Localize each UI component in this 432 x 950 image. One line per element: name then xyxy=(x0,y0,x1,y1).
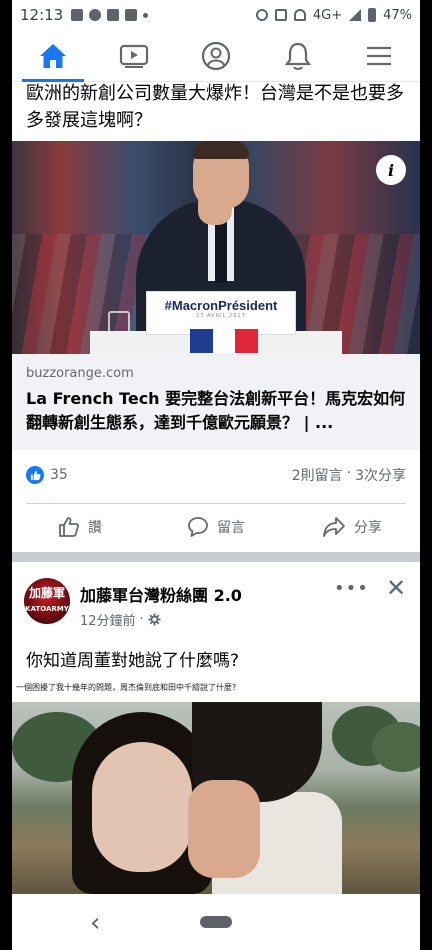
mute-icon xyxy=(293,9,306,21)
bell-icon xyxy=(284,42,311,70)
comment-button[interactable]: 留言 xyxy=(148,506,284,548)
messenger-icon xyxy=(89,9,102,21)
tab-profile[interactable] xyxy=(175,30,257,81)
post2-header: 加藤軍 KATOARMY 加藤軍台灣粉絲團 2.0 12分鐘前 · ••• ✕ xyxy=(12,562,420,634)
link-domain: buzzorange.com xyxy=(26,366,134,381)
like-reaction-icon[interactable] xyxy=(26,466,44,484)
battery-level: 47% xyxy=(383,7,412,23)
gear-icon xyxy=(148,613,161,626)
speaker-fist xyxy=(198,189,232,225)
avatar-subtext: KATOARMY xyxy=(25,605,69,613)
page-avatar[interactable]: 加藤軍 KATOARMY xyxy=(24,578,70,624)
tab-menu[interactable] xyxy=(338,30,420,81)
time-separator: · xyxy=(139,612,144,627)
menu-icon xyxy=(367,46,392,65)
post-timestamp[interactable]: 12分鐘前 · xyxy=(80,610,161,629)
notification-icons xyxy=(71,9,149,21)
podium-sign-text: #MacronPrésident xyxy=(164,298,278,313)
more-options-icon[interactable]: ••• xyxy=(334,578,369,599)
like-button-label: 讚 xyxy=(88,520,102,536)
page-name[interactable]: 加藤軍台灣粉絲團 2.0 xyxy=(80,582,242,606)
alarm-icon xyxy=(255,9,268,21)
back-icon[interactable]: ‹ xyxy=(90,908,100,938)
home-pill[interactable] xyxy=(200,916,232,928)
post-separator xyxy=(12,552,420,562)
french-flag xyxy=(190,329,259,353)
post-headline: 歐洲的新創公司數量大爆炸！台灣是不是也要多多發展這塊啊？ xyxy=(26,83,404,131)
share-icon xyxy=(323,517,345,537)
signal-icon xyxy=(349,9,362,21)
link-title: La French Tech 要完整台法創新平台！馬克宏如何翻轉新創生態系，達到… xyxy=(26,389,406,432)
podium-sign-date: 17 AVRIL 2017 xyxy=(196,313,246,319)
tab-home[interactable] xyxy=(12,30,94,82)
home-icon xyxy=(39,43,66,68)
comment-button-label: 留言 xyxy=(217,520,245,536)
image-caption: 一個困擾了我十幾年的問題，周杰倫到底和田中千繪說了什麼? xyxy=(16,683,237,692)
app-frame: 12:13 4G+ 47% 歐洲的新創公司數量大爆炸！台灣是不是也要多多發展這塊… xyxy=(12,0,420,950)
share-count[interactable]: 3次分享 xyxy=(355,465,406,485)
divider xyxy=(26,503,406,504)
woman-face xyxy=(92,742,192,872)
cast-icon xyxy=(274,9,287,21)
info-icon[interactable]: i xyxy=(376,155,406,185)
status-time: 12:13 xyxy=(20,6,64,24)
share-button[interactable]: 分享 xyxy=(284,506,420,548)
video-icon xyxy=(120,44,149,68)
tree-shape xyxy=(372,722,420,772)
top-nav xyxy=(12,30,420,82)
stats-separator: · xyxy=(346,465,352,481)
post-time: 12分鐘前 xyxy=(80,614,136,629)
comment-count[interactable]: 2則留言 xyxy=(292,465,343,485)
like-count[interactable]: 35 xyxy=(50,467,68,483)
comment-icon xyxy=(188,517,208,537)
battery-icon xyxy=(368,8,377,22)
status-right: 4G+ 47% xyxy=(255,7,412,23)
tab-notifications[interactable] xyxy=(257,30,339,81)
share-button-label: 分享 xyxy=(354,520,382,536)
post2-text: 你知道周董對她說了什麼嗎? xyxy=(26,651,240,671)
link-preview-image[interactable]: #MacronPrésident 17 AVRIL 2017 i xyxy=(12,141,420,354)
more-notifications-icon xyxy=(143,12,149,18)
close-icon[interactable]: ✕ xyxy=(386,574,406,602)
android-icon xyxy=(71,9,84,21)
system-nav-bar: ‹ xyxy=(12,894,420,950)
tab-watch[interactable] xyxy=(94,30,176,81)
post-stats: 35 2則留言 · 3次分享 xyxy=(26,462,406,488)
like-button[interactable]: 讚 xyxy=(12,506,148,548)
android-icon xyxy=(107,9,120,21)
man-hand xyxy=(188,780,260,878)
thumbs-up-icon xyxy=(59,517,79,537)
status-bar: 12:13 4G+ 47% xyxy=(12,0,420,30)
water-glass xyxy=(108,311,130,333)
app-notification-icon xyxy=(125,9,138,21)
speaker-hair xyxy=(193,141,249,159)
network-type: 4G+ xyxy=(312,7,343,23)
post2-image[interactable] xyxy=(12,702,420,894)
link-preview[interactable]: buzzorange.com La French Tech 要完整台法創新平台！… xyxy=(12,354,420,450)
post-actions: 讚 留言 分享 xyxy=(12,506,420,548)
profile-icon xyxy=(201,41,231,70)
